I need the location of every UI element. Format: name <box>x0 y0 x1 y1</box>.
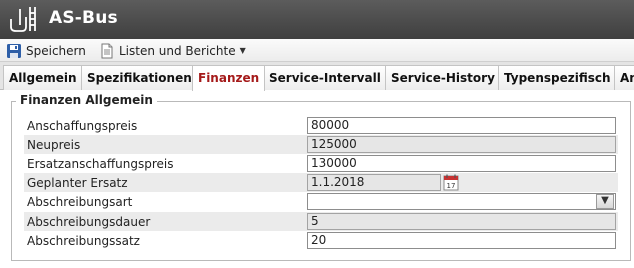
document-icon <box>101 43 113 58</box>
save-icon <box>7 43 21 58</box>
field-label: Abschreibungsart <box>27 195 133 209</box>
tab-service-history[interactable]: Service-History <box>385 65 501 90</box>
field-row-abschreibungsdauer: Abschreibungsdauer 5 <box>24 212 618 231</box>
abschreibungssatz-input[interactable]: 20 <box>307 232 616 249</box>
section-title: Finanzen Allgemein <box>16 93 157 107</box>
tab-spezifikationen[interactable]: Spezifikationen <box>81 65 198 90</box>
field-label: Anschaffungspreis <box>27 119 138 133</box>
svg-text:17: 17 <box>447 182 456 190</box>
field-row-abschreibungsart: Abschreibungsart ▼ <box>24 192 618 211</box>
field-row-anschaffungspreis: Anschaffungspreis 80000 <box>24 116 618 135</box>
save-button[interactable]: Speichern <box>6 42 86 59</box>
tab-bar: Allgemein Spezifikationen Finanzen Servi… <box>0 62 634 91</box>
tab-allgemein[interactable]: Allgemein <box>3 65 83 90</box>
anschaffungspreis-input[interactable]: 80000 <box>307 117 616 134</box>
field-label: Neupreis <box>27 138 81 152</box>
tab-service-intervall[interactable]: Service-Intervall <box>263 65 387 90</box>
field-label: Abschreibungssatz <box>27 234 140 248</box>
lists-label: Listen und Berichte <box>119 43 236 58</box>
ersatzanschaffungspreis-input[interactable]: 130000 <box>307 155 616 172</box>
calendar-icon[interactable]: 17 <box>443 174 459 191</box>
bus-stop-icon <box>10 7 36 32</box>
neupreis-input: 125000 <box>307 136 616 153</box>
field-row-abschreibungssatz: Abschreibungssatz 20 <box>24 231 618 250</box>
field-row-ersatzanschaffungspreis: Ersatzanschaffungspreis 130000 <box>24 154 618 173</box>
chevron-down-icon[interactable]: ▼ <box>596 194 614 209</box>
save-label: Speichern <box>26 43 86 58</box>
abschreibungsdauer-input: 5 <box>307 213 616 230</box>
field-label: Geplanter Ersatz <box>27 176 128 190</box>
field-row-neupreis: Neupreis 125000 <box>24 135 618 154</box>
tab-typenspezifisch[interactable]: Typenspezifisch <box>498 65 617 90</box>
lists-and-reports-menu[interactable]: Listen und Berichte ▼ <box>99 42 246 59</box>
chevron-down-icon: ▼ <box>239 46 246 55</box>
tab-an[interactable]: An <box>614 65 634 90</box>
field-label: Ersatzanschaffungspreis <box>27 157 174 171</box>
toolbar: Speichern Listen und Berichte ▼ <box>0 39 634 62</box>
abschreibungsart-select[interactable] <box>307 193 616 210</box>
tab-finanzen[interactable]: Finanzen <box>192 65 266 91</box>
geplanter-ersatz-input[interactable]: 1.1.2018 <box>307 174 441 191</box>
field-row-geplanter-ersatz: Geplanter Ersatz 1.1.2018 17 <box>24 173 618 192</box>
field-label: Abschreibungsdauer <box>27 215 151 229</box>
app-title: AS-Bus <box>49 8 118 28</box>
app-title-bar: AS-Bus <box>0 0 634 39</box>
